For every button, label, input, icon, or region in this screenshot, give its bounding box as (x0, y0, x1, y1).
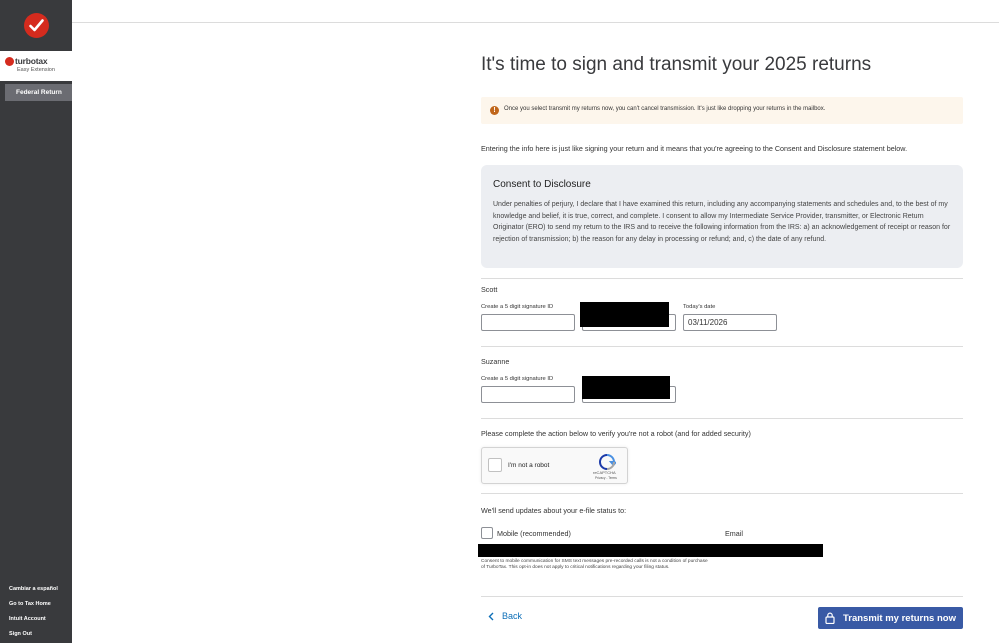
signature-id-label: Create a 5 digit signature ID (481, 376, 554, 382)
divider (481, 346, 963, 347)
brand-subtitle: Easy Extension (17, 67, 55, 73)
sidebar-link-tax-home[interactable]: Go to Tax Home (9, 601, 51, 607)
redaction-box (478, 544, 823, 557)
recaptcha-widget: I'm not a robot reCAPTCHA Privacy - Term… (481, 447, 628, 484)
divider (481, 596, 963, 597)
consent-panel: Consent to Disclosure Under penalties of… (481, 165, 963, 268)
transmit-button[interactable]: Transmit my returns now (818, 607, 963, 629)
divider (481, 493, 963, 494)
brand-name: turbotax (15, 56, 48, 66)
todays-date-label: Today's date (683, 304, 716, 310)
turbotax-logo[interactable] (0, 0, 72, 51)
redaction-box (580, 302, 669, 327)
recaptcha-checkbox[interactable] (488, 458, 502, 472)
lock-icon (825, 612, 835, 624)
warning-banner: ! Once you select transmit my returns no… (481, 97, 963, 124)
transmit-label: Transmit my returns now (843, 612, 956, 624)
recaptcha-links[interactable]: Privacy - Terms (595, 476, 617, 480)
back-button[interactable]: Back (488, 611, 522, 621)
signature-id-label: Create a 5 digit signature ID (481, 304, 554, 310)
sms-disclaimer: Consent to mobile communication for SMS … (481, 559, 708, 570)
intro-text: Entering the info here is just like sign… (481, 144, 908, 153)
back-label: Back (502, 611, 523, 621)
signature-id-input-suzanne[interactable] (481, 386, 575, 403)
consent-body: Under penalties of perjury, I declare th… (493, 201, 951, 243)
consent-title: Consent to Disclosure (493, 179, 591, 190)
email-label: Email (725, 529, 743, 538)
sidebar-link-sign-out[interactable]: Sign Out (9, 631, 32, 637)
warning-text: Once you select transmit my returns now,… (504, 106, 826, 112)
verify-instruction: Please complete the action below to veri… (481, 429, 751, 438)
alert-icon: ! (490, 106, 499, 115)
recaptcha-label: I'm not a robot (508, 462, 550, 469)
page-title: It's time to sign and transmit your 2025… (481, 54, 872, 75)
checkmark-icon (23, 13, 49, 38)
chevron-left-icon (488, 612, 494, 620)
divider (481, 278, 963, 279)
signature-id-input-scott[interactable] (481, 314, 575, 331)
recaptcha-icon (598, 454, 616, 470)
signer-name-suzanne: Suzanne (481, 357, 510, 366)
divider (481, 418, 963, 419)
recaptcha-brand: reCAPTCHA (593, 470, 616, 475)
mobile-label: Mobile (recommended) (497, 529, 571, 538)
updates-text: We'll send updates about your e-file sta… (481, 506, 627, 515)
sidebar-link-espanol[interactable]: Cambiar a español (9, 586, 58, 592)
brand-block: turbotax Easy Extension (0, 51, 72, 81)
signer-name-scott: Scott (481, 285, 498, 294)
mobile-checkbox[interactable] (481, 527, 493, 539)
sidebar: turbotax Easy Extension Federal Return C… (0, 0, 72, 643)
redaction-box (582, 376, 670, 399)
todays-date-input[interactable] (683, 314, 777, 331)
top-bar (72, 0, 999, 23)
brand-dot-icon (5, 57, 14, 66)
sidebar-item-federal-return[interactable]: Federal Return (5, 84, 72, 101)
sidebar-link-intuit-account[interactable]: Intuit Account (9, 616, 46, 622)
